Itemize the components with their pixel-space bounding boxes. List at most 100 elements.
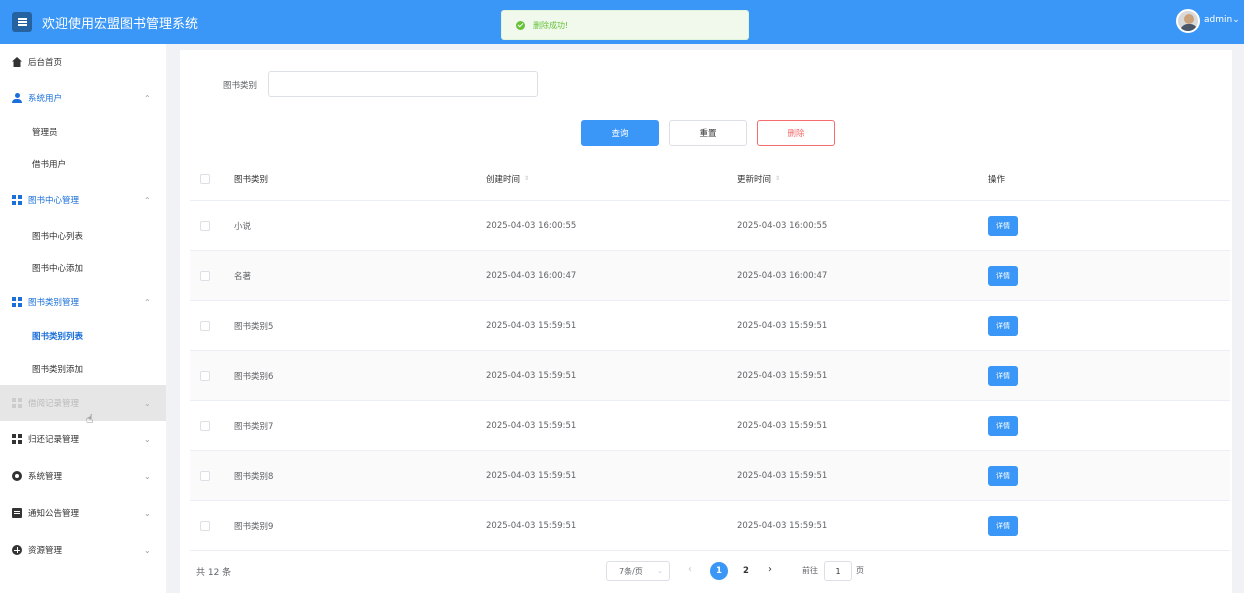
delete-button[interactable]: 删除 bbox=[757, 120, 835, 146]
menu-toggle-button[interactable] bbox=[12, 12, 32, 32]
reset-button[interactable]: 重置 bbox=[669, 120, 747, 146]
sidebar-item-label: 系统管理 bbox=[28, 472, 63, 482]
row-checkbox[interactable] bbox=[200, 320, 210, 331]
row-checkbox[interactable] bbox=[200, 420, 210, 431]
sidebar-item-label: 借阅记录管理 bbox=[28, 399, 80, 409]
sidebar-item-label: 借书用户 bbox=[32, 160, 67, 170]
sidebar-item-notices[interactable]: 通知公告管理 ⌄ bbox=[0, 495, 166, 531]
chevron-up-icon: ⌃ bbox=[144, 93, 151, 103]
filter-label: 图书类别 bbox=[223, 81, 258, 91]
sidebar-item-borrowers[interactable]: 借书用户 bbox=[0, 146, 166, 182]
table-row: 名著 2025-04-03 16:00:47 2025-04-03 16:00:… bbox=[190, 251, 1230, 301]
category-search-input[interactable] bbox=[268, 71, 538, 97]
sidebar-item-book-center[interactable]: 图书中心管理 ⌃ bbox=[0, 182, 166, 218]
grid-icon bbox=[12, 297, 22, 307]
detail-button[interactable]: 详情 bbox=[988, 515, 1018, 536]
sidebar-item-label: 图书中心管理 bbox=[28, 196, 80, 206]
home-icon bbox=[12, 57, 22, 67]
cell-updated: 2025-04-03 15:59:51 bbox=[737, 520, 828, 531]
sidebar-item-book-category-add[interactable]: 图书类别添加 bbox=[0, 351, 166, 387]
detail-button[interactable]: 详情 bbox=[988, 415, 1018, 436]
table-row: 小说 2025-04-03 16:00:55 2025-04-03 16:00:… bbox=[190, 201, 1230, 251]
table-header-row: 图书类别 创建时间 ⇕ 更新时间 ⇕ 操作 bbox=[190, 158, 1230, 201]
grid-icon bbox=[12, 195, 22, 205]
sidebar-item-book-center-list[interactable]: 图书中心列表 bbox=[0, 218, 166, 254]
chevron-up-icon: ⌃ bbox=[144, 297, 151, 307]
sidebar-item-borrow-records[interactable]: 借阅记录管理 ⌄ bbox=[0, 385, 166, 421]
row-checkbox[interactable] bbox=[200, 220, 210, 231]
column-header-created[interactable]: 创建时间 ⇕ bbox=[486, 158, 529, 200]
detail-button[interactable]: 详情 bbox=[988, 365, 1018, 386]
detail-button[interactable]: 详情 bbox=[988, 465, 1018, 486]
cell-category: 图书类别9 bbox=[234, 521, 274, 532]
row-checkbox[interactable] bbox=[200, 520, 210, 531]
grid-icon bbox=[12, 398, 22, 408]
cell-created: 2025-04-03 15:59:51 bbox=[486, 320, 577, 331]
sidebar-item-system-users[interactable]: 系统用户 ⌃ bbox=[0, 80, 166, 116]
jump-suffix: 页 bbox=[856, 566, 864, 575]
cell-updated: 2025-04-03 16:00:55 bbox=[737, 220, 828, 231]
sidebar-item-label: 图书中心列表 bbox=[32, 232, 84, 242]
cell-created: 2025-04-03 15:59:51 bbox=[486, 370, 577, 381]
column-header-label: 更新时间 bbox=[737, 175, 772, 185]
page-button-2[interactable]: 2 bbox=[737, 562, 755, 580]
cell-created: 2025-04-03 16:00:47 bbox=[486, 270, 577, 281]
cell-updated: 2025-04-03 16:00:47 bbox=[737, 270, 828, 281]
sidebar-item-label: 后台首页 bbox=[28, 58, 63, 68]
next-page-button[interactable]: › bbox=[768, 564, 772, 575]
row-checkbox[interactable] bbox=[200, 370, 210, 381]
detail-button[interactable]: 详情 bbox=[988, 315, 1018, 336]
page-button-1[interactable]: 1 bbox=[710, 562, 728, 580]
chevron-up-icon: ⌃ bbox=[144, 195, 151, 205]
select-all-checkbox[interactable] bbox=[200, 174, 210, 184]
chevron-down-icon: ⌄ bbox=[657, 567, 663, 575]
sort-icon[interactable]: ⇕ bbox=[775, 176, 780, 182]
cell-created: 2025-04-03 15:59:51 bbox=[486, 520, 577, 531]
sidebar-item-resources[interactable]: 资源管理 ⌄ bbox=[0, 532, 166, 568]
sidebar-item-home[interactable]: 后台首页 bbox=[0, 44, 166, 80]
cell-category: 名著 bbox=[234, 271, 252, 282]
search-button[interactable]: 查询 bbox=[581, 120, 659, 146]
chevron-down-icon: ⌄ bbox=[144, 398, 151, 408]
page-size-select[interactable]: 7条/页 ⌄ bbox=[606, 561, 670, 581]
sidebar-item-book-category[interactable]: 图书类别管理 ⌃ bbox=[0, 284, 166, 320]
sidebar-item-admins[interactable]: 管理员 bbox=[0, 114, 166, 150]
table-row: 图书类别7 2025-04-03 15:59:51 2025-04-03 15:… bbox=[190, 401, 1230, 451]
chevron-down-icon: ⌄ bbox=[144, 545, 151, 555]
jump-label: 前往 bbox=[802, 566, 818, 575]
total-count: 共 12 条 bbox=[196, 568, 232, 578]
table-row: 图书类别6 2025-04-03 15:59:51 2025-04-03 15:… bbox=[190, 351, 1230, 401]
gear-icon bbox=[12, 471, 22, 481]
toast-message: 删除成功! bbox=[533, 20, 569, 30]
success-toast: 删除成功! bbox=[501, 10, 749, 40]
sidebar-item-book-center-add[interactable]: 图书中心添加 bbox=[0, 250, 166, 286]
column-header-actions: 操作 bbox=[988, 175, 1006, 185]
column-header-updated[interactable]: 更新时间 ⇕ bbox=[737, 158, 780, 200]
sidebar-item-book-category-list[interactable]: 图书类别列表 bbox=[0, 318, 166, 354]
hand-cursor-icon: ☝ bbox=[86, 412, 94, 426]
detail-button[interactable]: 详情 bbox=[988, 215, 1018, 236]
user-name: admin bbox=[1204, 15, 1233, 25]
table-row: 图书类别9 2025-04-03 15:59:51 2025-04-03 15:… bbox=[190, 501, 1230, 551]
row-checkbox[interactable] bbox=[200, 470, 210, 481]
sidebar-item-return-records[interactable]: 归还记录管理 ⌄ bbox=[0, 421, 166, 457]
table-row: 图书类别5 2025-04-03 15:59:51 2025-04-03 15:… bbox=[190, 301, 1230, 351]
user-menu[interactable]: admin⌄ bbox=[1204, 15, 1240, 25]
detail-button[interactable]: 详情 bbox=[988, 265, 1018, 286]
sidebar-item-label: 系统用户 bbox=[28, 94, 63, 104]
prev-page-button[interactable]: ‹ bbox=[688, 564, 692, 575]
hamburger-icon bbox=[17, 21, 27, 23]
grid-icon bbox=[12, 434, 22, 444]
chevron-down-icon: ⌄ bbox=[144, 471, 151, 481]
document-icon bbox=[12, 508, 22, 518]
chevron-down-icon: ⌄ bbox=[144, 434, 151, 444]
jump-page-input[interactable] bbox=[824, 561, 852, 581]
avatar[interactable] bbox=[1176, 9, 1200, 33]
cell-created: 2025-04-03 15:59:51 bbox=[486, 470, 577, 481]
sort-icon[interactable]: ⇕ bbox=[524, 176, 529, 182]
chevron-down-icon: ⌄ bbox=[144, 508, 151, 518]
row-checkbox[interactable] bbox=[200, 270, 210, 281]
plus-circle-icon bbox=[12, 545, 22, 555]
sidebar-item-system-settings[interactable]: 系统管理 ⌄ bbox=[0, 458, 166, 494]
cell-category: 图书类别7 bbox=[234, 421, 274, 432]
